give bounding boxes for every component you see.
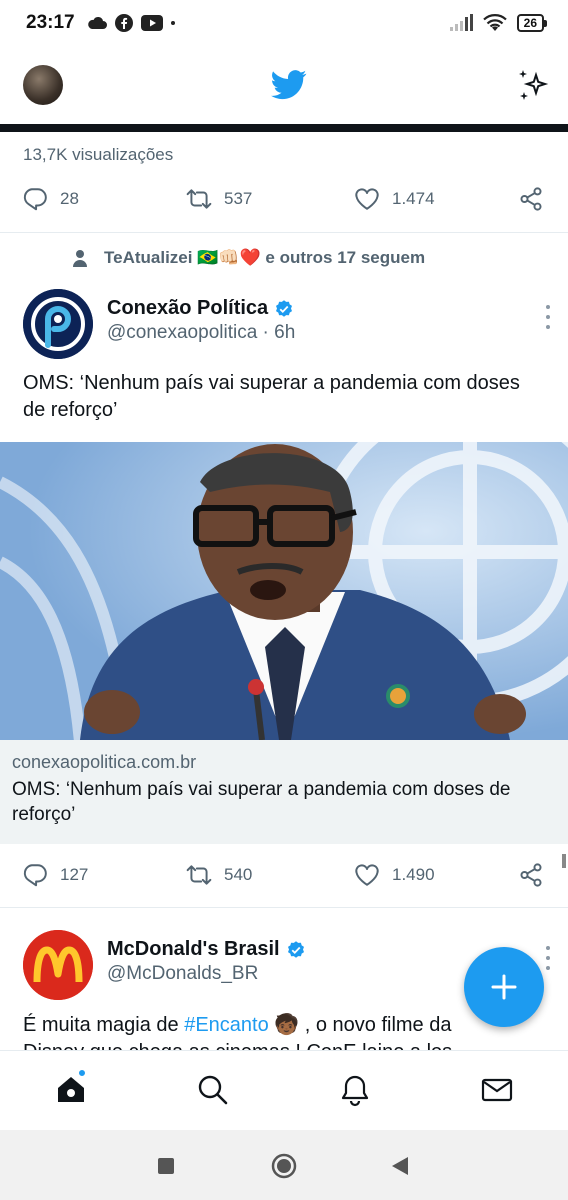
link-card[interactable]: conexaopolitica.com.br OMS: ‘Nenhum país…	[0, 740, 568, 844]
retweet-button[interactable]: 537	[186, 186, 252, 212]
retweet-icon	[186, 189, 212, 209]
like-count: 1.474	[392, 189, 435, 208]
like-button[interactable]: 1.490	[354, 862, 435, 888]
bottom-navigation	[0, 1050, 568, 1130]
verified-icon	[276, 299, 293, 317]
link-domain: conexaopolitica.com.br	[12, 752, 197, 772]
tweet-media-image[interactable]	[0, 442, 568, 740]
dot-icon	[170, 21, 175, 25]
handle: @McDonalds_BR	[107, 963, 259, 984]
display-name-text: Conexão Política	[107, 297, 269, 319]
retweet-button[interactable]: 540	[186, 862, 252, 888]
like-count: 1.490	[392, 865, 435, 884]
more-options-icon[interactable]	[543, 305, 553, 329]
share-button[interactable]	[518, 186, 544, 212]
recent-apps-icon[interactable]	[156, 1156, 176, 1176]
like-button[interactable]: 1.474	[354, 186, 435, 212]
wifi-icon	[482, 14, 507, 31]
tweet-text-start: É muita magia de	[23, 1014, 185, 1036]
mcdonalds-logo-icon	[23, 930, 93, 1000]
profile-avatar[interactable]	[23, 65, 63, 105]
conexao-politica-logo-icon	[23, 289, 93, 359]
reply-icon	[23, 864, 47, 887]
new-content-indicator	[77, 1068, 87, 1078]
view-count: 13,7K visualizações	[23, 145, 174, 164]
reply-count: 28	[60, 189, 79, 208]
share-button[interactable]	[518, 862, 544, 888]
conexao-politica-avatar[interactable]	[23, 289, 93, 359]
reply-icon	[23, 188, 47, 211]
share-icon	[520, 863, 542, 887]
messages-icon[interactable]	[480, 1073, 514, 1107]
reply-count: 127	[60, 865, 89, 884]
tweet-separator	[0, 907, 568, 908]
person-icon	[73, 250, 87, 267]
display-name[interactable]: McDonald's Brasil	[107, 938, 306, 961]
media-edge	[0, 124, 568, 132]
share-icon	[520, 187, 542, 211]
tweet-text: OMS: ‘Nenhum país vai superar a pandemia…	[23, 372, 520, 421]
compose-button[interactable]	[464, 947, 544, 1027]
reply-button[interactable]: 127	[22, 862, 88, 888]
back-icon[interactable]	[388, 1154, 412, 1178]
display-name-text: McDonald's Brasil	[107, 938, 280, 960]
hashtag-link[interactable]: #Encanto	[184, 1014, 269, 1036]
display-name[interactable]: Conexão Política	[107, 297, 295, 320]
like-icon	[355, 188, 379, 210]
cloud-icon	[87, 16, 107, 29]
handle-time: @conexaopolitica · 6h	[107, 322, 296, 343]
tweet-header: Conexão Política @conexaopolitica · 6h	[23, 289, 553, 359]
youtube-icon	[140, 15, 163, 31]
tweet-text-end: 🧒🏾 , o novo filme da	[268, 1014, 452, 1036]
more-options-icon[interactable]	[543, 946, 553, 970]
scrollbar-thumb[interactable]	[562, 854, 566, 868]
link-title: OMS: ‘Nenhum país vai superar a pandemia…	[12, 779, 511, 825]
tweet-actions: 127 540 1.490	[0, 857, 568, 893]
tweet-text: É muita magia de #Encanto 🧒🏾 , o novo fi…	[23, 1012, 543, 1050]
compose-icon	[491, 974, 517, 1000]
retweet-icon	[186, 865, 212, 885]
social-context-text: TeAtualizei 🇧🇷👊🏻❤️ e outros 17 seguem	[104, 248, 426, 267]
sparkle-icon[interactable]	[514, 67, 550, 103]
home-button-icon[interactable]	[270, 1152, 298, 1180]
mcdonalds-avatar[interactable]	[23, 930, 93, 1000]
notifications-icon[interactable]	[338, 1073, 372, 1107]
reply-button[interactable]: 28	[22, 186, 79, 212]
status-time: 23:17	[26, 12, 75, 33]
twitter-bird-icon[interactable]	[270, 70, 307, 100]
signal-icon	[449, 14, 473, 31]
retweet-count: 540	[224, 865, 253, 884]
like-icon	[355, 864, 379, 886]
social-context[interactable]: TeAtualizei 🇧🇷👊🏻❤️ e outros 17 seguem	[70, 248, 425, 268]
tweet-separator	[0, 232, 568, 233]
verified-icon	[287, 940, 304, 958]
photo-illustration	[0, 442, 568, 740]
system-navigation	[0, 1130, 568, 1200]
tweet-text-line2: Disney que chega as cinemas ! ConE laine…	[23, 1039, 543, 1050]
search-icon[interactable]	[196, 1073, 230, 1107]
app-bar	[0, 46, 568, 124]
facebook-icon	[114, 14, 133, 32]
retweet-count: 537	[224, 189, 253, 208]
battery-indicator: 26	[516, 14, 548, 32]
status-bar: 23:17 26	[0, 0, 568, 46]
tweet-actions-previous: 28 537 1.474	[0, 181, 568, 217]
home-icon[interactable]	[54, 1073, 88, 1107]
